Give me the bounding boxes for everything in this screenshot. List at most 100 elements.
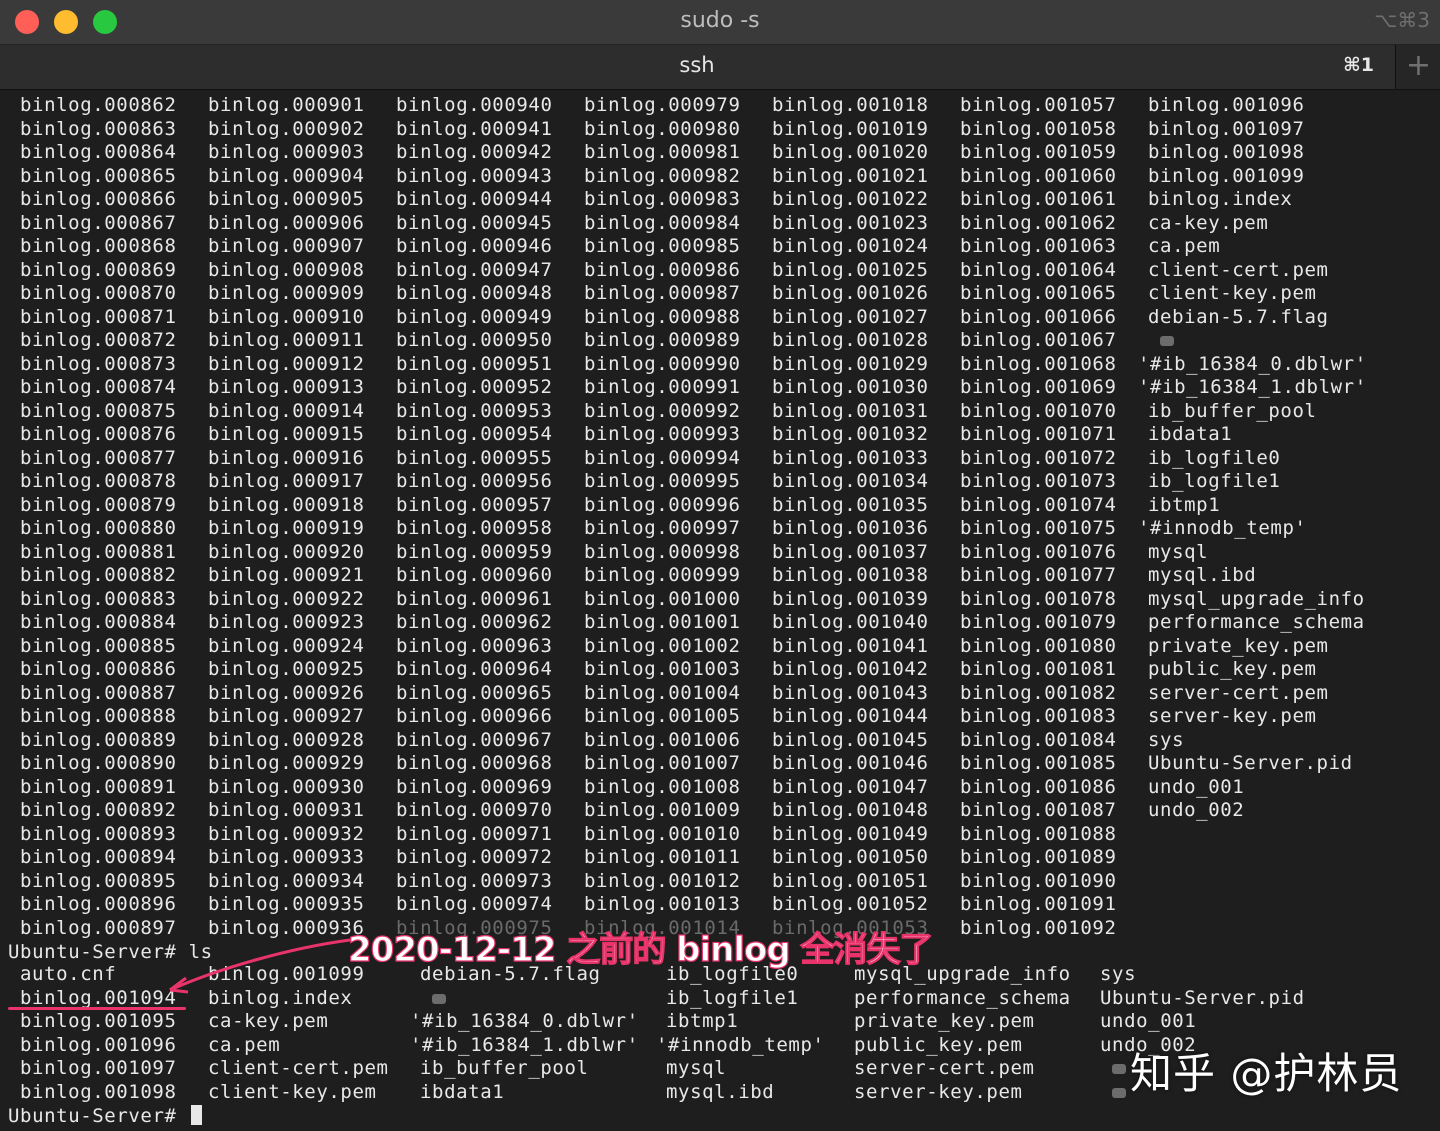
file-entry: binlog.000951 [396, 352, 553, 375]
file-entry: binlog.000877 [20, 446, 177, 469]
file-entry: binlog.001029 [772, 352, 929, 375]
file-entry: binlog.000963 [396, 634, 553, 657]
file-entry: server-key.pem [854, 1080, 1023, 1103]
file-entry: binlog.000947 [396, 258, 553, 281]
file-entry: binlog.001092 [960, 916, 1117, 939]
file-entry: binlog.001024 [772, 235, 929, 257]
file-entry: binlog.000915 [208, 423, 365, 445]
file-entry: binlog.000895 [20, 869, 177, 892]
file-entry: binlog.000913 [208, 376, 365, 398]
tab-ssh[interactable]: ssh ⌘1 [0, 45, 1394, 89]
file-entry: ib_logfile0 [1148, 446, 1281, 469]
file-entry: binlog.000985 [584, 235, 741, 257]
file-entry: private_key.pem [1148, 634, 1329, 657]
file-entry: binlog.000993 [584, 423, 741, 445]
file-entry: binlog.001044 [772, 705, 929, 727]
file-entry: binlog.001046 [772, 752, 929, 774]
file-entry: binlog.001035 [772, 493, 929, 516]
file-entry: mysql_upgrade_info [1148, 587, 1365, 610]
file-entry: ib_buffer_pool [1148, 399, 1317, 422]
file-entry: binlog.001074 [960, 493, 1117, 516]
file-entry: binlog.001021 [772, 164, 929, 187]
file-entry: binlog.001082 [960, 681, 1117, 704]
file-entry: binlog.001090 [960, 869, 1117, 892]
file-entry: binlog.000948 [396, 282, 553, 304]
file-entry: binlog.001039 [772, 587, 929, 610]
file-entry: binlog.000974 [396, 893, 553, 915]
file-entry: binlog.000932 [208, 822, 365, 845]
file-entry: binlog.001018 [772, 94, 929, 116]
unprintable-filename-glyph [432, 993, 446, 1004]
file-entry: binlog.000875 [20, 399, 177, 422]
file-entry: binlog.001006 [584, 728, 741, 751]
file-entry: binlog.000871 [20, 305, 177, 328]
file-entry: binlog.000888 [20, 705, 177, 727]
file-entry: binlog.000892 [20, 799, 177, 821]
file-entry: binlog.001083 [960, 705, 1117, 727]
file-entry: server-key.pem [1148, 705, 1317, 727]
file-entry: binlog.000918 [208, 493, 365, 516]
file-entry: binlog.000873 [20, 352, 177, 375]
file-entry: binlog.000870 [20, 282, 177, 304]
file-entry: binlog.001061 [960, 188, 1117, 210]
file-entry: binlog.000991 [584, 376, 741, 398]
file-entry: binlog.001070 [960, 399, 1117, 422]
file-entry: ca-key.pem [208, 1010, 329, 1032]
file-entry: client-key.pem [1148, 282, 1317, 304]
annotation-label: 2020-12-12 之前的 binlog 全消失了 [347, 929, 934, 970]
file-entry: binlog.000922 [208, 587, 365, 610]
file-entry: binlog.000867 [20, 211, 177, 234]
file-entry: binlog.001042 [772, 658, 929, 680]
file-entry: public_key.pem [1148, 658, 1317, 680]
file-entry: mysql [1148, 540, 1209, 563]
file-entry: binlog.001030 [772, 376, 929, 398]
text-cursor [190, 1105, 202, 1125]
new-tab-button[interactable]: + [1395, 45, 1440, 89]
file-entry: sys [1148, 728, 1185, 751]
file-entry: binlog.001041 [772, 634, 929, 657]
file-entry: binlog.001096 [1148, 94, 1305, 116]
file-entry: ib_buffer_pool [420, 1057, 589, 1079]
file-entry: binlog.000988 [584, 305, 741, 328]
file-entry: binlog.000906 [208, 211, 365, 234]
file-entry: binlog.000880 [20, 517, 177, 539]
file-entry: binlog.000935 [208, 893, 365, 915]
file-entry: binlog.index [1148, 188, 1293, 210]
file-entry: mysql [666, 1057, 727, 1079]
file-entry: binlog.000921 [208, 564, 365, 586]
file-entry: undo_001 [1100, 1010, 1197, 1032]
file-entry: ibdata1 [1148, 423, 1233, 445]
file-entry: binlog.000943 [396, 164, 553, 187]
file-entry: mysql.ibd [666, 1080, 775, 1103]
file-entry: auto.cnf [20, 963, 117, 985]
file-entry: binlog.000929 [208, 752, 365, 774]
file-entry: binlog.000964 [396, 658, 553, 680]
file-entry: binlog.000933 [208, 846, 365, 868]
file-entry: binlog.001038 [772, 564, 929, 586]
file-entry: binlog.001084 [960, 728, 1117, 751]
tab-shortcut: ⌘1 [1343, 54, 1374, 76]
file-entry: binlog.000881 [20, 540, 177, 563]
file-entry: binlog.001022 [772, 188, 929, 210]
file-entry: binlog.001072 [960, 446, 1117, 469]
file-entry: binlog.000884 [20, 611, 177, 633]
file-entry: binlog.001065 [960, 282, 1117, 304]
file-entry: binlog.001085 [960, 752, 1117, 774]
file-entry: mysql.ibd [1148, 564, 1257, 586]
prompt-text: Ubuntu-Server# [8, 1105, 189, 1127]
file-entry: binlog.000868 [20, 235, 177, 257]
file-entry: binlog.000990 [584, 352, 741, 375]
file-entry: binlog.000909 [208, 282, 365, 304]
file-entry: binlog.000928 [208, 728, 365, 751]
file-entry: binlog.000979 [584, 94, 741, 116]
file-entry: binlog.000968 [396, 752, 553, 774]
file-entry: binlog.001050 [772, 846, 929, 868]
file-entry: sys [1100, 963, 1137, 985]
file-entry: '#ib_16384_0.dblwr' [410, 1010, 639, 1032]
file-entry: binlog.000923 [208, 611, 365, 633]
tab-bar: ssh ⌘1 + [0, 45, 1440, 90]
file-entry: binlog.001000 [584, 587, 741, 610]
file-entry: ibdata1 [420, 1080, 505, 1103]
current-prompt[interactable]: Ubuntu-Server# [8, 1105, 202, 1128]
file-entry: binlog.000896 [20, 893, 177, 915]
